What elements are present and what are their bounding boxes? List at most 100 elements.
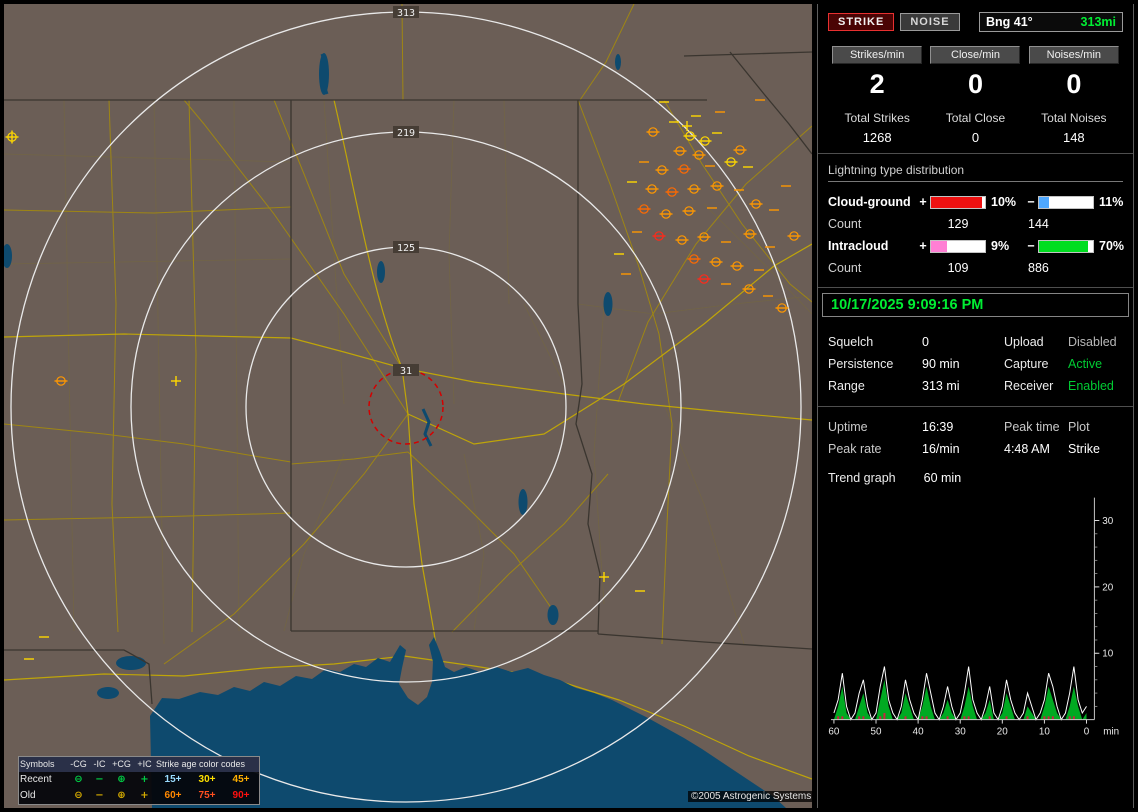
trend-series-noise (1068, 716, 1071, 720)
map-svg[interactable]: 313 219 125 31 (4, 4, 812, 808)
receiver-label: Receiver (1004, 379, 1054, 393)
bearing-range-value: 313mi (1080, 15, 1116, 29)
legend-header: Symbols -CG -IC +CG +IC Strike age color… (19, 757, 259, 772)
intracloud-row: Intracloud + 9% − 70% (828, 235, 1124, 257)
trend-graph-header: Trend graph 60 min (828, 461, 1123, 487)
ring-label-313: 313 (397, 8, 415, 19)
uptime-value: 16:39 (922, 420, 954, 434)
squelch-label: Squelch (828, 335, 874, 349)
total-noises-value: 148 (1062, 130, 1085, 145)
peak-time-label: Peak time (1004, 420, 1060, 434)
cg-negative-pct: 11% (1099, 195, 1124, 209)
age-75: 75+ (198, 790, 216, 801)
pos-cg-icon: ⊕ (117, 774, 126, 785)
minus-sign: − (1027, 195, 1035, 209)
counters-section: STRIKE NOISE Bng 41° 313mi Strikes/min 2… (818, 4, 1133, 154)
cloud-ground-row: Cloud-ground + 10% − 11% (828, 191, 1123, 213)
pos-ic-icon: + (140, 774, 149, 785)
lightning-map[interactable]: 313 219 125 31 Symbols -CG -IC +CG +IC Stri… (4, 4, 812, 808)
noise-toggle-button[interactable]: NOISE (900, 13, 960, 31)
total-strikes-value: 1268 (862, 130, 892, 145)
ring-label-31: 31 (400, 366, 412, 377)
cg-positive-count: 129 (947, 217, 969, 231)
strikes-per-min-value: 2 (869, 69, 885, 99)
range-value: 313 mi (922, 379, 960, 393)
squelch-value: 0 (922, 335, 929, 349)
trend-series-noise (946, 716, 949, 720)
legend-recent-label: Recent (20, 774, 52, 785)
trend-graph-window: 60 min (923, 471, 962, 485)
trend-series-noise (879, 716, 882, 720)
neg-cg-icon: ⊖ (74, 790, 83, 801)
neg-cg-icon: ⊖ (74, 774, 83, 785)
distribution-section: Lightning type distribution Cloud-ground… (818, 154, 1133, 288)
close-per-min-column: Close/min 0 Total Close 0 (926, 46, 1024, 145)
noises-per-min-value: 0 (1066, 69, 1082, 99)
range-label: Range (828, 379, 865, 393)
close-per-min-value: 0 (967, 69, 983, 99)
x-tick-label: 40 (913, 726, 924, 737)
plot-label: Plot (1068, 420, 1090, 434)
strike-toggle-button[interactable]: STRIKE (828, 13, 895, 31)
bearing-range-display: Bng 41° 313mi (979, 12, 1123, 32)
upload-label: Upload (1004, 335, 1044, 349)
trend-series-noise (921, 716, 924, 720)
y-tick-label: 30 (1102, 516, 1113, 527)
trend-series-noise (858, 716, 861, 720)
x-tick-label: 60 (828, 726, 839, 737)
status-panel: STRIKE NOISE Bng 41° 313mi Strikes/min 2… (817, 4, 1134, 808)
strikes-per-min-chip[interactable]: Strikes/min (832, 46, 923, 64)
strike-legend: Symbols -CG -IC +CG +IC Strike age color… (18, 756, 260, 805)
cloud-ground-counts: Count 129 144 (828, 213, 1123, 235)
cg-negative-bar (1038, 195, 1094, 209)
age-15: 15+ (164, 774, 182, 785)
x-tick-label: 0 (1084, 726, 1090, 737)
y-tick-label: 20 (1102, 582, 1113, 593)
trend-series-noise (1047, 716, 1050, 720)
datetime-display: 10/17/2025 9:09:16 PM (822, 293, 1129, 317)
trend-series-noise (1043, 716, 1046, 720)
total-close-value: 0 (971, 130, 980, 145)
ic-positive-pct: 9% (991, 239, 1010, 253)
legend-row-recent: Recent ⊖ − ⊕ + 15+ 30+ 45+ (19, 772, 259, 788)
trend-series-noise (862, 716, 865, 720)
age-90: 90+ (232, 790, 250, 801)
upload-value: Disabled (1068, 335, 1117, 349)
intracloud-counts: Count 109 886 (828, 257, 1123, 279)
uptime-label: Uptime (828, 420, 868, 434)
ring-label-219: 219 (397, 128, 415, 139)
legend-symbols-title: Symbols (20, 759, 55, 769)
trend-series-noise (1051, 716, 1054, 720)
count-label: Count (828, 261, 862, 275)
total-noises-label: Total Noises (1041, 111, 1107, 125)
trend-series-noise (925, 716, 928, 720)
legend-col-ncg: -CG (70, 759, 87, 769)
app-window: 313 219 125 31 Symbols -CG -IC +CG +IC Stri… (0, 0, 1138, 812)
legend-col-nic: -IC (93, 759, 106, 769)
cg-negative-count: 144 (1028, 217, 1049, 231)
pos-cg-icon: ⊕ (117, 790, 126, 801)
close-per-min-chip[interactable]: Close/min (930, 46, 1021, 64)
y-tick-label: 10 (1102, 649, 1113, 660)
strikes-per-min-column: Strikes/min 2 Total Strikes 1268 (828, 46, 926, 145)
uptime-trend-section: Uptime 16:39 Peak time Plot Peak rate 16… (818, 407, 1133, 753)
count-label: Count (828, 217, 862, 231)
trend-graph-label: Trend graph (828, 471, 896, 485)
age-45: 45+ (232, 774, 250, 785)
plus-sign: + (919, 239, 927, 253)
x-tick-label: 20 (997, 726, 1008, 737)
ic-negative-bar (1038, 239, 1094, 253)
noises-per-min-chip[interactable]: Noises/min (1028, 46, 1119, 64)
x-tick-label: 50 (871, 726, 882, 737)
persistence-value: 90 min (922, 357, 960, 371)
trend-series-noise (837, 716, 840, 720)
trend-series-noise (967, 716, 970, 720)
cg-positive-bar (930, 195, 986, 209)
trend-series-noise (1005, 716, 1008, 720)
ic-positive-bar (930, 239, 986, 253)
legend-age-title: Strike age color codes (156, 759, 246, 769)
minus-sign: − (1027, 239, 1035, 253)
bearing-label: Bng 41° (986, 15, 1033, 29)
distribution-title: Lightning type distribution (828, 162, 1123, 182)
trend-series-noise (841, 716, 844, 720)
